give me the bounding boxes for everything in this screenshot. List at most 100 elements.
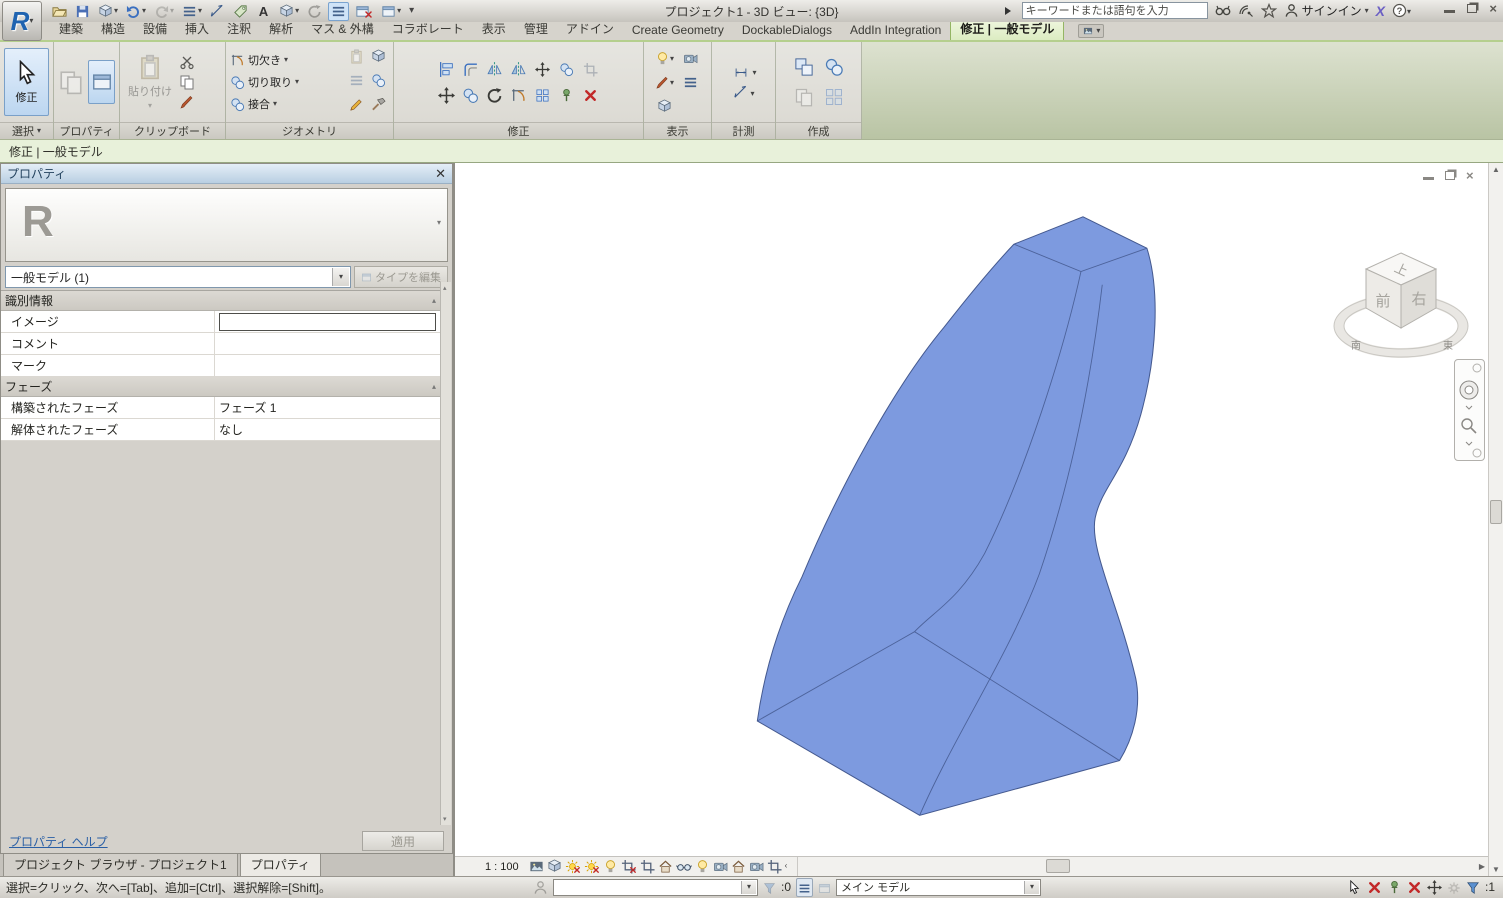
restore-button[interactable]: [1467, 4, 1477, 13]
active-workset-select[interactable]: ▾: [553, 879, 758, 896]
paint-button[interactable]: [349, 48, 364, 63]
model-body[interactable]: [757, 217, 1155, 816]
create-group-button[interactable]: [794, 57, 814, 77]
measure-tool-button[interactable]: ▾: [730, 64, 756, 78]
image-value-input[interactable]: [219, 313, 436, 331]
wall-joins-button[interactable]: [371, 48, 386, 63]
sync-with-central-button[interactable]: ▾: [96, 3, 120, 20]
measure-button[interactable]: [208, 3, 227, 20]
type-selector[interactable]: 一般モデル (1) ▾: [5, 266, 351, 288]
apply-button[interactable]: 適用: [362, 831, 444, 851]
horizontal-scroll-thumb[interactable]: [1046, 859, 1070, 873]
help-button[interactable]: ▾: [1392, 3, 1411, 18]
drawing-area[interactable]: × 上 前 右 南 東: [455, 163, 1503, 876]
compass-south-label[interactable]: 南: [1351, 339, 1361, 352]
panel-select-label[interactable]: 選択▾: [0, 122, 53, 139]
beam-joins-button[interactable]: [349, 72, 364, 87]
tab-project-browser[interactable]: プロジェクト ブラウザ - プロジェクト1: [3, 853, 238, 876]
design-option-select[interactable]: メイン モデル ▾: [836, 879, 1041, 896]
copy-to-clipboard-button[interactable]: [179, 74, 195, 90]
compass-east-label[interactable]: 東: [1443, 339, 1453, 352]
mirror-draw-axis-button[interactable]: [486, 61, 503, 78]
displace-elements-button[interactable]: [657, 98, 672, 113]
show-rendering-dialog-icon[interactable]: [603, 859, 618, 874]
save-button[interactable]: [73, 3, 92, 20]
close-button[interactable]: ×: [1489, 4, 1497, 13]
shadows-icon[interactable]: [584, 859, 600, 874]
temporary-hide-isolate-icon[interactable]: [676, 859, 692, 874]
search-icon[interactable]: [1215, 3, 1231, 19]
close-hidden-windows-button[interactable]: [353, 3, 375, 20]
select-by-face-toggle[interactable]: [1407, 880, 1422, 895]
palette-close-icon[interactable]: ✕: [435, 166, 446, 182]
show-analytical-model-icon[interactable]: [731, 859, 746, 874]
move-button[interactable]: [438, 87, 455, 104]
copy-nudge-button[interactable]: [559, 61, 574, 76]
exclude-options-icon[interactable]: [818, 880, 831, 894]
visual-style-icon[interactable]: [547, 859, 562, 874]
unjoin-button[interactable]: [371, 72, 386, 87]
settings-gear-icon[interactable]: [1447, 880, 1461, 895]
mirror-pick-axis-button[interactable]: [510, 61, 527, 78]
cut-to-clipboard-button[interactable]: [179, 54, 195, 70]
favorites-star-icon[interactable]: [1261, 3, 1277, 19]
scale-button[interactable]: [583, 61, 598, 76]
array-button[interactable]: [535, 87, 550, 102]
dimension-button[interactable]: ▾: [732, 85, 754, 100]
reveal-hidden-elements-icon[interactable]: [695, 859, 710, 874]
design-option-dropdown-icon[interactable]: ▾: [1024, 881, 1039, 894]
show-crop-region-icon[interactable]: [640, 859, 655, 874]
scroll-up-icon[interactable]: ▲: [1489, 165, 1503, 174]
section-collapse-icon[interactable]: ▴: [432, 296, 436, 305]
tab-dockable-dialogs[interactable]: DockableDialogs: [733, 21, 841, 40]
design-options-icon[interactable]: [796, 878, 813, 896]
application-menu-button[interactable]: R▾: [2, 1, 42, 41]
tab-create-geometry[interactable]: Create Geometry: [623, 21, 733, 40]
paste-button[interactable]: 貼り付け ▾: [124, 48, 176, 116]
properties-palette-toggle[interactable]: [88, 60, 115, 104]
scroll-right-icon[interactable]: ▶: [1479, 862, 1485, 871]
infocenter-toggle-icon[interactable]: [1005, 7, 1015, 15]
select-links-toggle[interactable]: [1347, 880, 1362, 895]
exchange-apps-icon[interactable]: X: [1376, 3, 1385, 19]
param-value[interactable]: [215, 333, 440, 354]
scale-button[interactable]: 1 : 100: [459, 861, 529, 873]
search-input[interactable]: [1022, 2, 1208, 19]
ribbon-display-toggle[interactable]: ▾: [1078, 24, 1104, 38]
viewbar-more-icon[interactable]: ‹: [785, 862, 788, 870]
type-properties-button[interactable]: [58, 67, 84, 97]
scroll-down-icon[interactable]: ▼: [1489, 865, 1503, 874]
section-phasing[interactable]: フェーズ▴: [1, 377, 440, 397]
param-value[interactable]: なし: [215, 419, 440, 440]
switch-windows-button[interactable]: ▾: [379, 3, 403, 20]
panel-measure-label[interactable]: 計測: [712, 122, 775, 139]
wheel-caret-icon[interactable]: [1466, 406, 1472, 409]
section-collapse-icon[interactable]: ▴: [432, 382, 436, 391]
undo-button[interactable]: ▾: [124, 3, 148, 20]
text-button[interactable]: [254, 3, 273, 20]
nav-wheel-mini-icon[interactable]: [1473, 364, 1481, 372]
drag-on-selection-toggle[interactable]: [1427, 880, 1442, 895]
match-type-button[interactable]: [179, 94, 195, 110]
view-cube[interactable]: 上 前 右 南 東: [1333, 239, 1473, 365]
view-restore-button[interactable]: [1445, 171, 1455, 180]
thin-lines-toggle[interactable]: [328, 2, 349, 21]
customize-qat-button[interactable]: ▾: [407, 5, 416, 17]
panel-clipboard-label[interactable]: クリップボード: [120, 122, 225, 139]
edit-type-button[interactable]: タイプを編集: [354, 266, 448, 288]
reveal-constraints-icon[interactable]: [767, 859, 782, 874]
tab-addin-integration[interactable]: AddIn Integration: [841, 21, 950, 40]
align-button[interactable]: [438, 61, 455, 78]
properties-help-link[interactable]: プロパティ ヘルプ: [9, 833, 108, 850]
split-face-button[interactable]: [349, 96, 364, 111]
type-preview[interactable]: R ▾: [5, 188, 448, 262]
tab-properties[interactable]: プロパティ: [240, 853, 321, 876]
cut-geometry-button[interactable]: 切り取り▾: [230, 71, 299, 93]
delete-button[interactable]: [583, 87, 598, 102]
properties-palette-header[interactable]: プロパティ ✕: [1, 164, 452, 184]
worksets-icon[interactable]: [533, 880, 548, 895]
move-nudge-button[interactable]: [535, 61, 550, 76]
reveal-lines-button[interactable]: [683, 74, 698, 89]
param-value[interactable]: [215, 355, 440, 376]
copy-button[interactable]: [462, 87, 479, 104]
